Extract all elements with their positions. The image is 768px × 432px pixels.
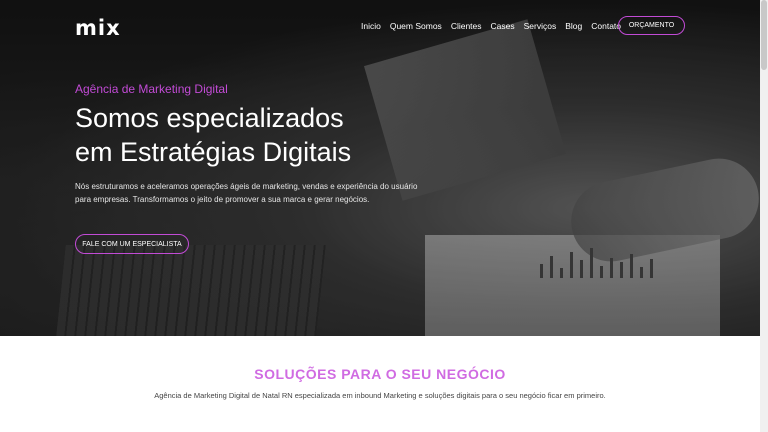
hero-title: Somos especializados em Estratégias Digi… [75,101,351,169]
hero-title-line-2: em Estratégias Digitais [75,137,352,167]
nav-item-servicos[interactable]: Serviços [524,20,557,32]
hero-eyebrow: Agência de Marketing Digital [75,82,228,96]
page: mix Inicio Quem Somos Clientes Cases Ser… [0,0,760,432]
specialist-button[interactable]: FALE COM UM ESPECIALISTA [75,234,189,254]
solutions-text: Agência de Marketing Digital de Natal RN… [154,391,606,400]
logo[interactable]: mix [75,16,121,40]
nav-item-quem-somos[interactable]: Quem Somos [390,20,442,32]
scrollbar-thumb[interactable] [761,0,767,70]
nav-item-inicio[interactable]: Inicio [361,20,381,32]
main-nav: Inicio Quem Somos Clientes Cases Serviço… [361,20,630,32]
hero-section: mix Inicio Quem Somos Clientes Cases Ser… [0,0,760,336]
nav-item-contato[interactable]: Contato [591,20,621,32]
nav-item-blog[interactable]: Blog [565,20,582,32]
hero-lead: Nós estruturamos e aceleramos operações … [75,182,418,204]
hero-title-line-1: Somos especializados [75,103,344,133]
orcamento-button[interactable]: ORÇAMENTO [618,16,685,35]
page-scrollbar[interactable] [760,0,768,432]
nav-item-clientes[interactable]: Clientes [451,20,482,32]
solutions-title: SOLUÇÕES PARA O SEU NEGÓCIO [254,366,506,382]
nav-item-cases[interactable]: Cases [491,20,515,32]
